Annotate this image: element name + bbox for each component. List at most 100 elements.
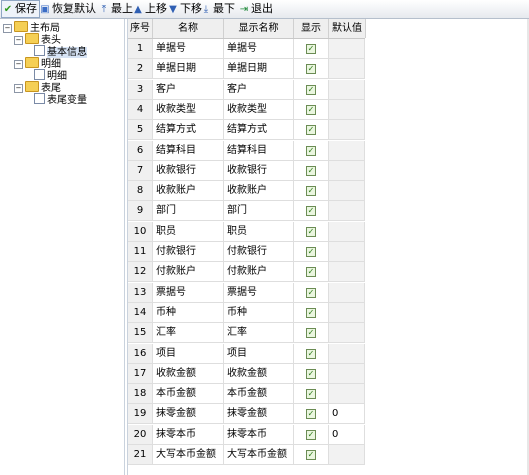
default-value-cell[interactable] <box>329 39 365 59</box>
move-bottom-button[interactable]: ⤓ 最下 <box>200 1 235 17</box>
column-header-default[interactable]: 默认值 <box>329 19 366 38</box>
move-top-button[interactable]: ⤒ 最上 <box>98 1 133 17</box>
display-name-cell[interactable]: 票据号 <box>224 282 294 303</box>
visible-checkbox[interactable]: ✓ <box>306 287 316 298</box>
default-value-cell[interactable] <box>329 363 365 384</box>
visible-checkbox[interactable]: ✓ <box>306 165 316 176</box>
table-row[interactable]: 12 付款账户 付款账户 ✓ <box>128 262 365 283</box>
tree-node-detail-item[interactable]: 明细 <box>34 69 67 82</box>
field-name-cell[interactable]: 付款银行 <box>153 242 224 262</box>
collapse-icon[interactable]: − <box>14 36 23 45</box>
default-value-cell[interactable] <box>329 221 365 242</box>
field-name-cell[interactable]: 汇率 <box>153 323 224 344</box>
restore-default-button[interactable]: ▣ 恢复默认 <box>39 1 96 17</box>
default-value-cell[interactable] <box>329 445 365 465</box>
move-up-button[interactable]: ▲ 上移 <box>132 1 167 17</box>
table-row[interactable]: 18 本币金额 本币金额 ✓ <box>128 384 365 405</box>
default-value-cell[interactable] <box>329 181 365 202</box>
collapse-icon[interactable]: − <box>3 24 12 33</box>
visible-checkbox[interactable]: ✓ <box>306 226 316 237</box>
default-value-cell[interactable] <box>329 282 365 303</box>
default-value-cell[interactable] <box>329 262 365 283</box>
field-name-cell[interactable]: 项目 <box>153 343 224 364</box>
visible-checkbox[interactable]: ✓ <box>306 389 316 400</box>
default-value-cell[interactable] <box>329 302 365 323</box>
field-name-cell[interactable]: 客户 <box>153 79 224 100</box>
field-name-cell[interactable]: 结算科目 <box>153 140 224 161</box>
field-name-cell[interactable]: 收款账户 <box>153 181 224 202</box>
table-row[interactable]: 4 收款类型 收款类型 ✓ <box>128 99 365 121</box>
table-row[interactable]: 2 单据日期 单据日期 ✓ <box>128 59 365 80</box>
field-name-cell[interactable]: 抹零金额 <box>153 404 224 425</box>
display-name-cell[interactable]: 职员 <box>224 221 294 242</box>
column-header-name[interactable]: 名称 <box>153 19 224 38</box>
tree-node-footer-vars[interactable]: 表尾变量 <box>34 93 87 106</box>
field-name-cell[interactable]: 单据号 <box>153 39 224 59</box>
table-row[interactable]: 1 单据号 单据号 ✓ <box>128 39 365 60</box>
display-name-cell[interactable]: 收款银行 <box>224 160 294 181</box>
display-name-cell[interactable]: 付款账户 <box>224 262 294 283</box>
default-value-cell[interactable] <box>329 242 365 262</box>
tree-node-root[interactable]: − 主布局 <box>3 21 60 34</box>
table-row[interactable]: 19 抹零金额 抹零金额 ✓ 0 <box>128 404 365 425</box>
visible-checkbox[interactable]: ✓ <box>306 84 316 95</box>
table-row[interactable]: 5 结算方式 结算方式 ✓ <box>128 120 365 141</box>
display-name-cell[interactable]: 客户 <box>224 79 294 100</box>
default-value-cell[interactable] <box>329 343 365 364</box>
table-row[interactable]: 6 结算科目 结算科目 ✓ <box>128 140 365 162</box>
table-row[interactable]: 20 抹零本币 抹零本币 ✓ 0 <box>128 424 365 446</box>
visible-checkbox[interactable]: ✓ <box>306 307 316 318</box>
default-value-cell[interactable] <box>329 59 365 80</box>
visible-checkbox[interactable]: ✓ <box>306 267 316 278</box>
table-row[interactable]: 9 部门 部门 ✓ <box>128 201 365 222</box>
field-name-cell[interactable]: 票据号 <box>153 282 224 303</box>
default-value-cell[interactable] <box>329 384 365 405</box>
collapse-icon[interactable]: − <box>14 84 23 93</box>
display-name-cell[interactable]: 大写本币金额 <box>224 445 294 465</box>
visible-checkbox[interactable]: ✓ <box>306 409 316 420</box>
table-row[interactable]: 14 币种 币种 ✓ <box>128 302 365 324</box>
table-row[interactable]: 3 客户 客户 ✓ <box>128 79 365 101</box>
visible-checkbox[interactable]: ✓ <box>306 206 316 217</box>
table-row[interactable]: 11 付款银行 付款银行 ✓ <box>128 242 365 263</box>
move-down-button[interactable]: ▼ 下移 <box>167 1 202 17</box>
visible-checkbox[interactable]: ✓ <box>306 348 316 359</box>
tree-node-header[interactable]: − 表头 <box>14 33 61 46</box>
collapse-icon[interactable]: − <box>14 60 23 69</box>
table-row[interactable]: 16 项目 项目 ✓ <box>128 343 365 365</box>
display-name-cell[interactable]: 单据日期 <box>224 59 294 80</box>
display-name-cell[interactable]: 部门 <box>224 201 294 222</box>
table-row[interactable]: 7 收款银行 收款银行 ✓ <box>128 160 365 182</box>
default-value-cell[interactable]: 0 <box>329 424 365 445</box>
display-name-cell[interactable]: 抹零本币 <box>224 424 294 445</box>
table-row[interactable]: 10 职员 职员 ✓ <box>128 221 365 243</box>
visible-checkbox[interactable]: ✓ <box>306 64 316 75</box>
default-value-cell[interactable] <box>329 140 365 161</box>
default-value-cell[interactable] <box>329 201 365 222</box>
visible-checkbox[interactable]: ✓ <box>306 44 316 54</box>
field-name-cell[interactable]: 本币金额 <box>153 384 224 405</box>
field-name-cell[interactable]: 部门 <box>153 201 224 222</box>
field-name-cell[interactable]: 抹零本币 <box>153 424 224 445</box>
tree-node-footer[interactable]: − 表尾 <box>14 81 61 94</box>
column-header-display-name[interactable]: 显示名称 <box>224 19 294 38</box>
default-value-cell[interactable] <box>329 323 365 344</box>
display-name-cell[interactable]: 单据号 <box>224 39 294 59</box>
table-row[interactable]: 8 收款账户 收款账户 ✓ <box>128 181 365 202</box>
visible-checkbox[interactable]: ✓ <box>306 429 316 440</box>
visible-checkbox[interactable]: ✓ <box>306 125 316 136</box>
field-name-cell[interactable]: 付款账户 <box>153 262 224 283</box>
visible-checkbox[interactable]: ✓ <box>306 104 316 115</box>
field-name-cell[interactable]: 单据日期 <box>153 59 224 80</box>
field-name-cell[interactable]: 收款银行 <box>153 160 224 181</box>
display-name-cell[interactable]: 项目 <box>224 343 294 364</box>
visible-checkbox[interactable]: ✓ <box>306 328 316 339</box>
field-name-cell[interactable]: 职员 <box>153 221 224 242</box>
default-value-cell[interactable] <box>329 160 365 181</box>
field-name-cell[interactable]: 币种 <box>153 302 224 323</box>
visible-checkbox[interactable]: ✓ <box>306 450 316 460</box>
display-name-cell[interactable]: 付款银行 <box>224 242 294 262</box>
visible-checkbox[interactable]: ✓ <box>306 247 316 257</box>
visible-checkbox[interactable]: ✓ <box>306 186 316 197</box>
display-name-cell[interactable]: 抹零金额 <box>224 404 294 425</box>
